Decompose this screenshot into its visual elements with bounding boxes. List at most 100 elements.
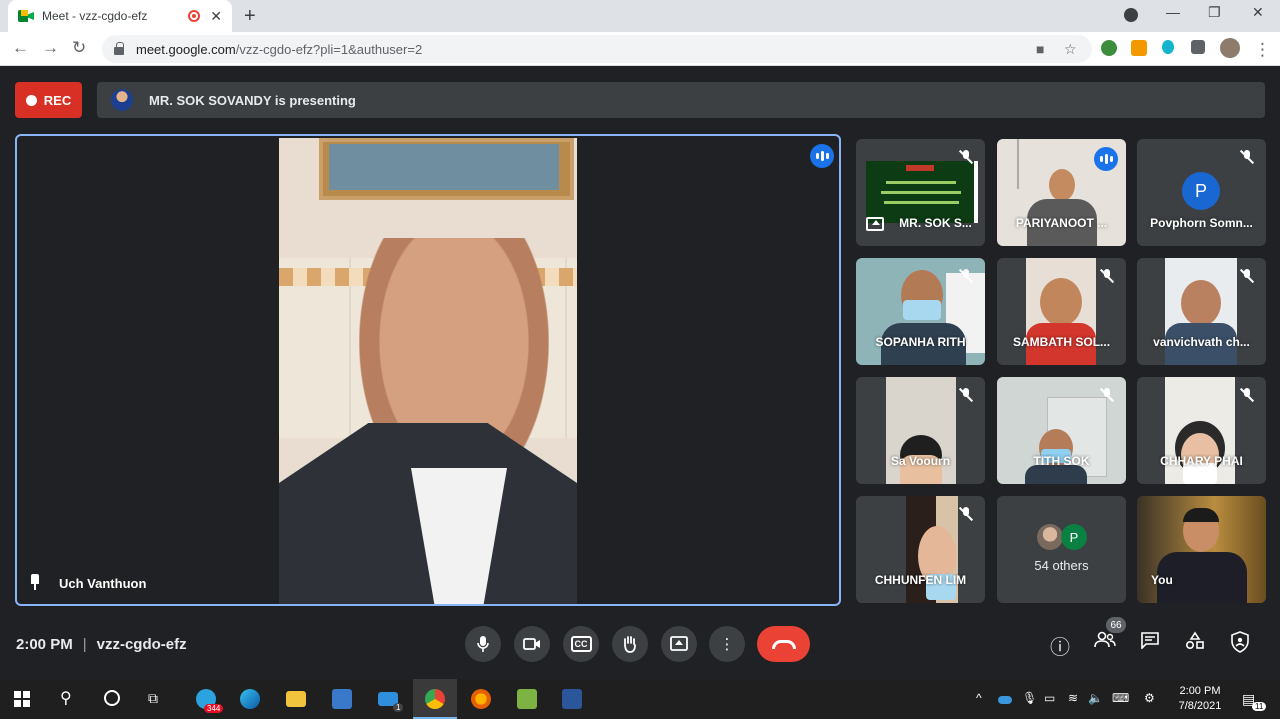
task-view-icon[interactable]: ⧉ — [148, 690, 158, 707]
chrome-menu-icon[interactable]: ⋮ — [1254, 40, 1271, 60]
microphone-icon — [477, 636, 489, 652]
participant-tile[interactable]: CHHUNFEN LIM — [856, 496, 985, 603]
taskbar-clock[interactable]: 2:00 PM 7/8/2021 — [1172, 684, 1228, 714]
mic-off-icon — [1239, 387, 1255, 403]
video-camera-icon — [523, 638, 540, 650]
participant-name: CHHARY PHAI — [1160, 454, 1243, 468]
mic-off-icon — [1239, 268, 1255, 284]
presenter-avatar — [111, 89, 133, 111]
extension-shield-icon[interactable] — [1162, 40, 1174, 54]
maximize-button[interactable]: ❐ — [1208, 4, 1221, 21]
presenting-text: MR. SOK SOVANDY is presenting — [149, 92, 356, 108]
participant-name: You — [1151, 573, 1173, 587]
participant-tile[interactable]: TITH SOK — [997, 377, 1126, 484]
self-tile[interactable]: You — [1137, 496, 1266, 603]
language-icon[interactable]: ⚙ — [1144, 691, 1155, 705]
windows-start-icon[interactable] — [14, 691, 30, 707]
camera-button[interactable] — [514, 626, 550, 662]
new-tab-button[interactable]: + — [244, 5, 256, 28]
captions-button[interactable]: CC — [563, 626, 599, 662]
participant-name: SOPANHA RITH — [875, 335, 966, 349]
mic-off-icon — [958, 149, 974, 165]
presenting-screen-icon — [866, 217, 884, 231]
onedrive-icon[interactable] — [998, 696, 1012, 704]
edge-icon[interactable] — [240, 689, 260, 709]
profile-dropdown-icon[interactable] — [1124, 8, 1138, 22]
file-explorer-icon[interactable] — [286, 691, 306, 707]
mic-off-icon — [958, 506, 974, 522]
participant-tile[interactable]: MR. SOK S... — [856, 139, 985, 246]
browser-toolbar: ← → ↻ meet.google.com/vzz-cgdo-efz?pli=1… — [0, 32, 1280, 66]
speaking-indicator-icon — [810, 144, 834, 168]
host-controls-shield-icon[interactable] — [1230, 631, 1250, 659]
people-count-badge: 66 — [1106, 617, 1126, 633]
camera-permission-icon[interactable]: ■ — [1036, 41, 1044, 57]
url-path: /vzz-cgdo-efz?pli=1&authuser=2 — [235, 41, 423, 57]
minimize-button[interactable]: — — [1166, 4, 1180, 20]
extension-grid-icon[interactable] — [1131, 40, 1147, 56]
activities-icon[interactable] — [1185, 631, 1205, 657]
taskbar-search-icon[interactable]: ⚲ — [60, 688, 72, 708]
browser-tab-meet[interactable]: Meet - vzz-cgdo-efz ✕ — [8, 0, 232, 32]
wifi-icon[interactable]: ≋ — [1068, 691, 1078, 705]
participant-tile[interactable]: SOPANHA RITH — [856, 258, 985, 365]
mic-button[interactable] — [465, 626, 501, 662]
participant-tile[interactable]: P Povphorn Somn... — [1137, 139, 1266, 246]
meeting-time: 2:00 PM — [16, 636, 73, 653]
meeting-details-icon[interactable]: ⓘ — [1050, 631, 1070, 660]
participant-name: Sa Voourn — [890, 454, 951, 468]
tray-chevron-up-icon[interactable]: ^ — [976, 691, 982, 705]
battery-icon[interactable]: ▭ — [1044, 691, 1055, 705]
extensions-puzzle-icon[interactable] — [1191, 40, 1205, 54]
tray-mic-icon[interactable]: 🎙 — [1022, 691, 1037, 705]
pin-icon[interactable] — [29, 574, 41, 590]
chrome-icon[interactable] — [425, 689, 445, 709]
main-speaker-name: Uch Vanthuon — [59, 576, 147, 591]
participant-tile[interactable]: PARIYANOOT ... — [997, 139, 1126, 246]
firefox-icon[interactable] — [471, 689, 491, 709]
participant-tile[interactable]: Sa Voourn — [856, 377, 985, 484]
extension-globe-icon[interactable] — [1101, 40, 1117, 56]
participant-name: MR. SOK S... — [899, 216, 972, 230]
raise-hand-button[interactable] — [612, 626, 648, 662]
participant-tile[interactable]: SAMBATH SOL... — [997, 258, 1126, 365]
profile-avatar[interactable] — [1220, 38, 1240, 58]
tab-close-icon[interactable]: ✕ — [210, 8, 222, 25]
others-tile[interactable]: P 54 others — [997, 496, 1126, 603]
window-close-button[interactable]: ✕ — [1252, 4, 1264, 21]
participant-tile[interactable]: vanvichvath ch... — [1137, 258, 1266, 365]
present-now-button[interactable] — [661, 626, 697, 662]
participant-name: Povphorn Somn... — [1150, 216, 1253, 230]
google-meet-favicon-icon — [18, 8, 34, 24]
shared-screen-thumbnail — [866, 161, 974, 223]
participant-avatar: P — [1182, 172, 1220, 210]
word-icon[interactable] — [562, 689, 582, 709]
back-arrow-icon[interactable]: ← — [12, 38, 29, 58]
volume-icon[interactable]: 🔈 — [1088, 691, 1103, 705]
main-speaker-video — [279, 138, 577, 604]
bookmark-star-icon[interactable]: ☆ — [1064, 41, 1077, 58]
forward-arrow-icon[interactable]: → — [42, 38, 59, 58]
cortana-icon[interactable] — [104, 690, 120, 706]
recording-button[interactable]: REC — [15, 82, 82, 118]
taskbar-time: 2:00 PM — [1179, 685, 1221, 697]
present-screen-icon — [670, 636, 688, 651]
keyboard-icon[interactable]: ⌨ — [1112, 691, 1129, 705]
others-count-label: 54 others — [1034, 558, 1089, 573]
presenting-banner: MR. SOK SOVANDY is presenting — [97, 82, 1265, 118]
people-icon[interactable] — [1094, 631, 1116, 655]
participant-tile[interactable]: CHHARY PHAI — [1137, 377, 1266, 484]
android-app-icon[interactable] — [517, 689, 537, 709]
chat-icon[interactable] — [1140, 631, 1160, 655]
leave-call-button[interactable] — [757, 626, 810, 662]
mic-off-icon — [958, 387, 974, 403]
others-avatars: P — [1037, 524, 1097, 550]
mic-off-icon — [958, 268, 974, 284]
rec-label: REC — [43, 92, 72, 108]
more-options-button[interactable]: ⋮ — [709, 626, 745, 662]
reload-icon[interactable]: ↻ — [72, 38, 86, 58]
mic-off-icon — [1099, 387, 1115, 403]
main-speaker-tile[interactable]: Uch Vanthuon — [15, 134, 841, 606]
address-bar[interactable]: meet.google.com/vzz-cgdo-efz?pli=1&authu… — [102, 35, 1092, 63]
store-icon[interactable] — [332, 689, 352, 709]
